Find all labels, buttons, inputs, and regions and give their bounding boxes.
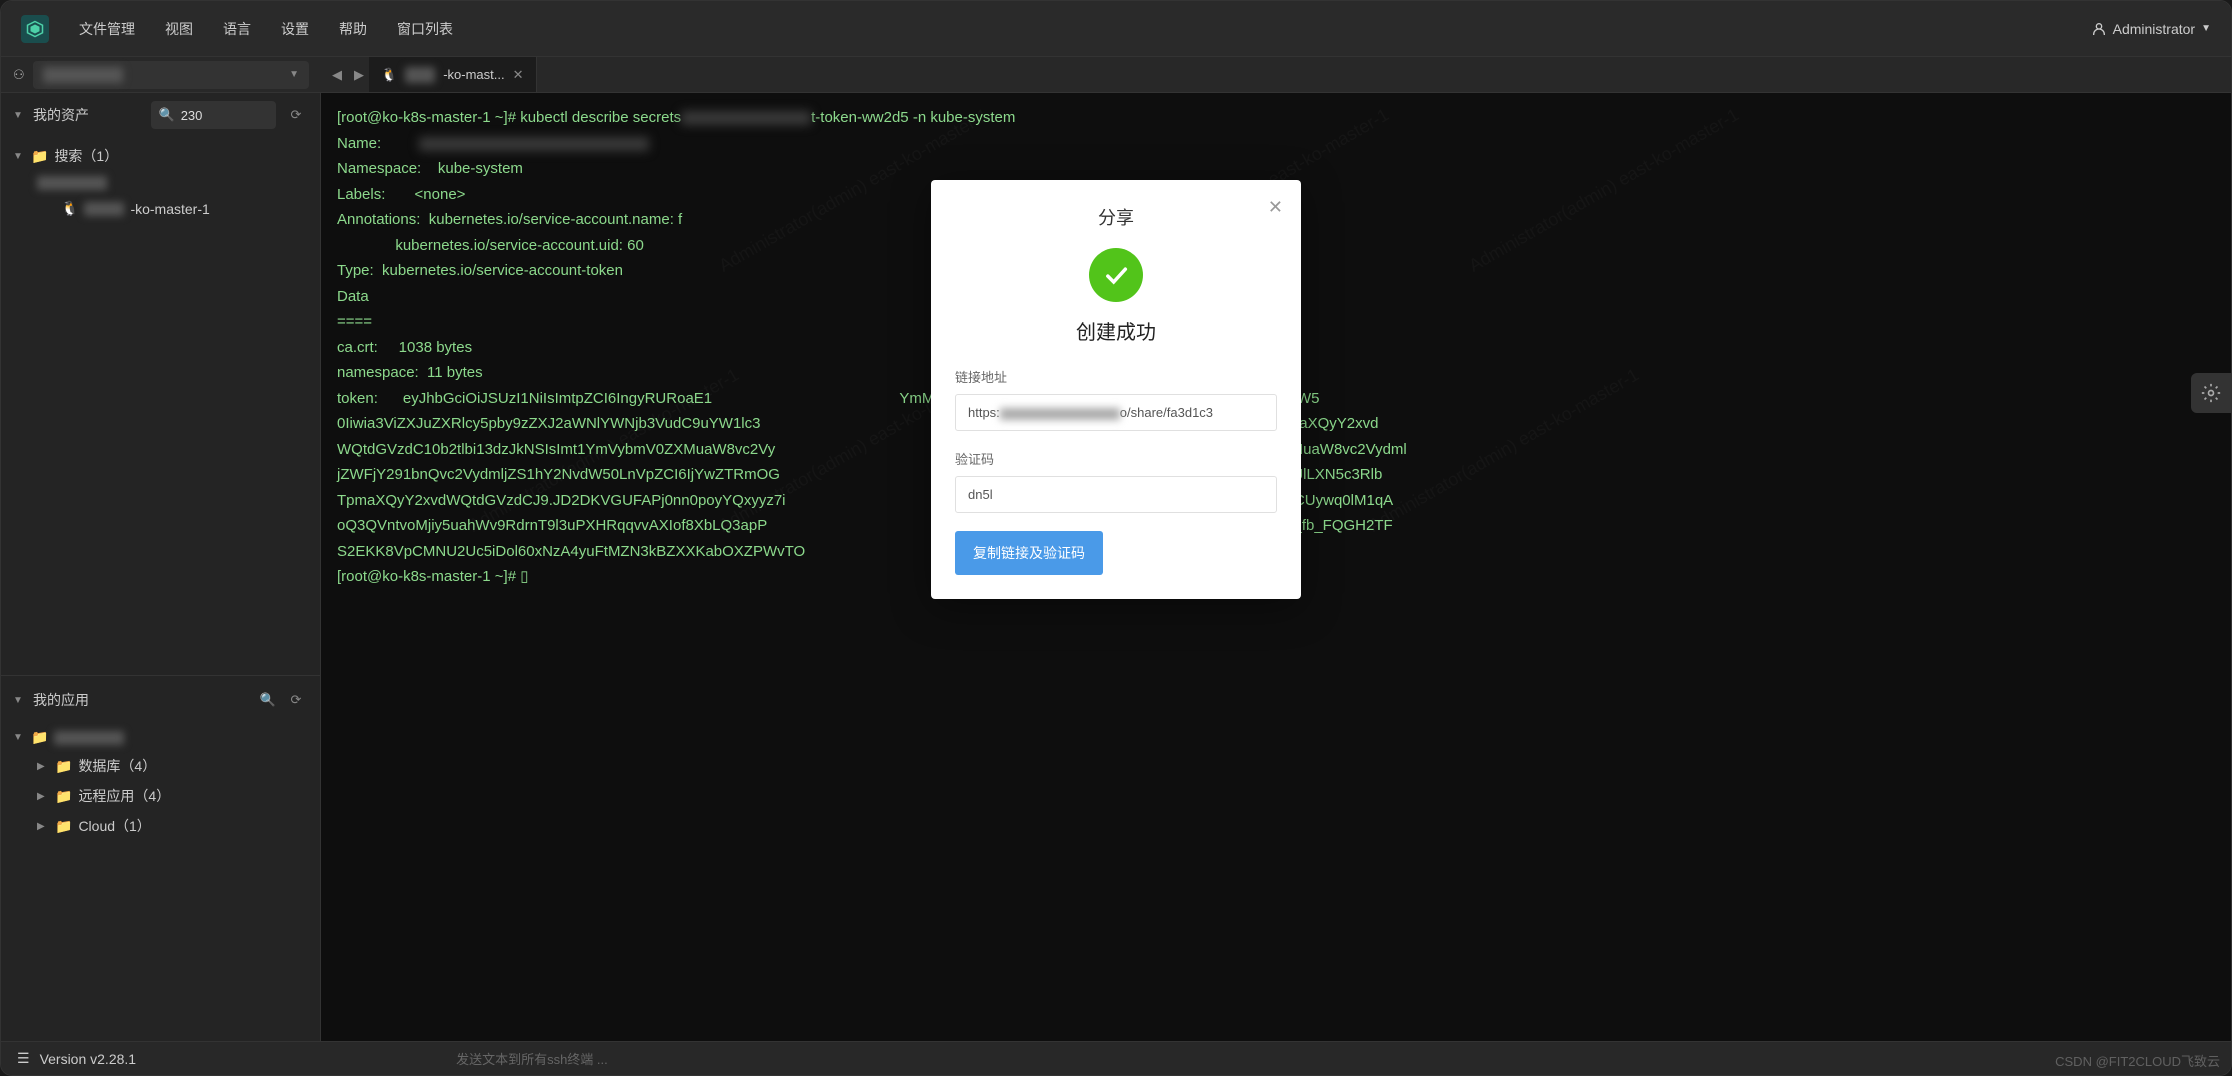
assets-refresh[interactable]: ⟳	[284, 103, 308, 127]
db-node[interactable]: ▶ 📁 数据库（4）	[1, 751, 320, 781]
folder-icon: 📁	[31, 729, 48, 746]
assets-caret-icon[interactable]: ▼	[13, 110, 25, 121]
caret-right-icon: ▶	[37, 761, 49, 772]
group-label-redacted	[37, 176, 107, 190]
sidebar: ▼ 我的资产 🔍 ⟳ ▼ 📁 搜索（1） 🐧	[1, 93, 321, 1041]
org-tree-icon[interactable]: ⚇	[13, 67, 25, 83]
host-label: -ko-master-1	[130, 201, 209, 217]
chevron-down-icon: ▼	[289, 69, 299, 80]
folder-icon: 📁	[55, 758, 72, 775]
cloud-node[interactable]: ▶ 📁 Cloud（1）	[1, 811, 320, 841]
subheader: ⚇ ▼ ◀ ▶ 🐧 -ko-mast... ✕	[1, 57, 2231, 93]
user-menu[interactable]: Administrator ▼	[2091, 21, 2211, 37]
list-icon[interactable]: ☰	[17, 1050, 30, 1067]
search-icon: 🔍	[159, 107, 175, 123]
app-root-node[interactable]: ▼ 📁	[1, 724, 320, 751]
search-group-label: 搜索（1）	[54, 146, 118, 166]
caret-right-icon: ▶	[37, 791, 49, 802]
url-label: 链接地址	[955, 367, 1277, 386]
code-label: 验证码	[955, 449, 1277, 468]
status-bar: ☰ Version v2.28.1 发送文本到所有ssh终端 ...	[1, 1041, 2231, 1075]
db-label: 数据库（4）	[78, 756, 156, 776]
caret-down-icon: ▼	[13, 732, 25, 743]
verify-code-field[interactable]	[955, 476, 1277, 513]
share-modal: 分享 ✕ 创建成功 链接地址 https:o/share/fa3d1c3 验证码…	[931, 180, 1301, 599]
copy-link-button[interactable]: 复制链接及验证码	[955, 531, 1103, 575]
menu-help[interactable]: 帮助	[339, 19, 367, 39]
linux-icon: 🐧	[61, 200, 78, 217]
app-root-redacted	[54, 731, 124, 745]
menu-view[interactable]: 视图	[165, 19, 193, 39]
url-redacted	[1000, 408, 1120, 420]
broadcast-hint[interactable]: 发送文本到所有ssh终端 ...	[456, 1049, 608, 1068]
menu-language[interactable]: 语言	[223, 19, 251, 39]
tab-close-icon[interactable]: ✕	[513, 67, 524, 83]
tab-label: -ko-mast...	[443, 67, 504, 82]
folder-icon: 📁	[55, 788, 72, 805]
modal-close-button[interactable]: ✕	[1268, 198, 1283, 216]
csdn-watermark: CSDN @FIT2CLOUD飞致云	[2055, 1051, 2220, 1070]
apps-search-icon[interactable]: 🔍	[256, 688, 280, 712]
folder-icon: 📁	[31, 148, 48, 165]
linux-icon: 🐧	[381, 67, 397, 83]
assets-search-input[interactable]	[181, 108, 268, 123]
menu-settings[interactable]: 设置	[281, 19, 309, 39]
group-node-redacted[interactable]	[1, 171, 320, 195]
chevron-down-icon: ▼	[2201, 23, 2211, 34]
host-node[interactable]: 🐧 -ko-master-1	[1, 195, 320, 222]
remote-node[interactable]: ▶ 📁 远程应用（4）	[1, 781, 320, 811]
version-label: Version v2.28.1	[40, 1051, 137, 1067]
nav-back[interactable]: ◀	[327, 65, 347, 85]
caret-down-icon: ▼	[13, 151, 25, 162]
remote-label: 远程应用（4）	[78, 786, 170, 806]
nav-forward[interactable]: ▶	[349, 65, 369, 85]
terminal-settings-button[interactable]	[2191, 373, 2231, 413]
apps-caret-icon[interactable]: ▼	[13, 695, 25, 706]
caret-right-icon: ▶	[37, 821, 49, 832]
org-name-redacted	[43, 67, 123, 83]
assets-search[interactable]: 🔍	[151, 101, 277, 129]
tab-prefix-redacted	[405, 67, 435, 83]
tab-terminal[interactable]: 🐧 -ko-mast... ✕	[369, 57, 537, 92]
org-selector[interactable]: ▼	[33, 61, 309, 89]
app-logo	[21, 15, 49, 43]
menu-file[interactable]: 文件管理	[79, 19, 135, 39]
titlebar: 文件管理 视图 语言 设置 帮助 窗口列表 Administrator ▼	[1, 1, 2231, 57]
search-group-node[interactable]: ▼ 📁 搜索（1）	[1, 141, 320, 171]
cloud-label: Cloud（1）	[78, 816, 150, 836]
modal-title: 分享	[955, 204, 1277, 230]
apps-title: 我的应用	[33, 690, 248, 710]
main-menu: 文件管理 视图 语言 设置 帮助 窗口列表	[79, 19, 453, 39]
gear-icon	[2201, 383, 2221, 403]
success-message: 创建成功	[955, 316, 1277, 345]
user-name: Administrator	[2113, 21, 2195, 37]
apps-refresh[interactable]: ⟳	[284, 688, 308, 712]
user-icon	[2091, 21, 2107, 37]
menu-window-list[interactable]: 窗口列表	[397, 19, 453, 39]
success-check-icon	[1089, 248, 1143, 302]
folder-icon: 📁	[55, 818, 72, 835]
share-url-field[interactable]: https:o/share/fa3d1c3	[955, 394, 1277, 431]
host-prefix-redacted	[84, 202, 124, 216]
assets-title: 我的资产	[33, 105, 143, 125]
